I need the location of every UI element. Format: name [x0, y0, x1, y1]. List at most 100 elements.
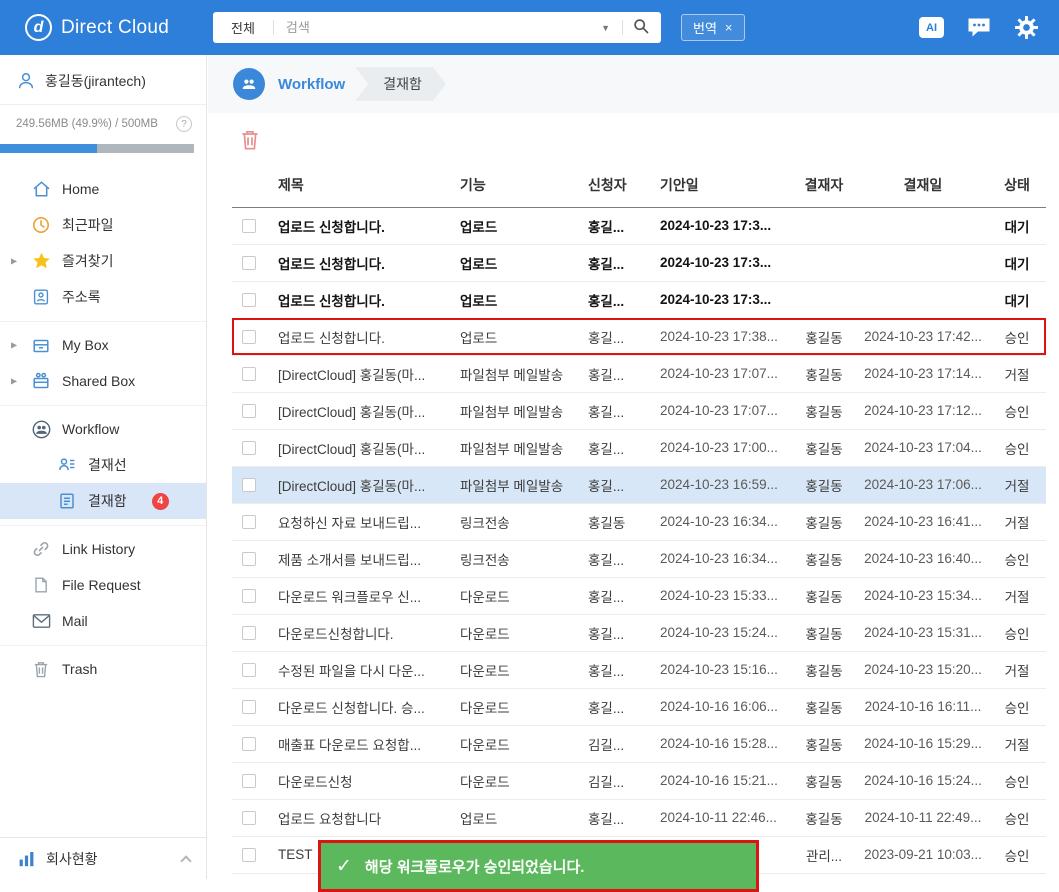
breadcrumb-root[interactable]: Workflow	[278, 76, 345, 93]
sidebar-item-recent-files[interactable]: 최근파일	[0, 207, 206, 243]
sidebar-item-approval-line[interactable]: 결재선	[0, 447, 206, 483]
row-checkbox[interactable]	[242, 478, 256, 492]
sidebar-item-approval-box[interactable]: 결재함 4	[0, 483, 206, 519]
row-checkbox[interactable]	[242, 737, 256, 751]
cell-approver: 홍길동	[790, 318, 858, 355]
table-row[interactable]: 다운로드신청다운로드김길...2024-10-16 15:21...홍길동202…	[232, 762, 1046, 799]
cell-function: 업로드	[454, 318, 582, 355]
chevron-up-icon[interactable]	[180, 855, 191, 866]
sidebar-item-favorites[interactable]: ▶ 즐겨찾기	[0, 243, 206, 279]
sidebar-item-mail[interactable]: Mail	[0, 603, 206, 639]
cell-checkbox	[232, 725, 266, 762]
cell-draft-date: 2024-10-23 15:33...	[654, 577, 790, 614]
expand-arrow-icon[interactable]: ▶	[11, 377, 17, 386]
column-header[interactable]: 결재자	[790, 163, 858, 207]
table-row[interactable]: 업로드 신청합니다.업로드홍길...2024-10-23 17:3...대기	[232, 207, 1046, 244]
table-row[interactable]: 다운로드 신청합니다. 승...다운로드홍길...2024-10-16 16:0…	[232, 688, 1046, 725]
table-row[interactable]: 수정된 파일을 다시 다운...다운로드홍길...2024-10-23 15:1…	[232, 651, 1046, 688]
sidebar-item-label: Home	[62, 181, 99, 197]
row-checkbox[interactable]	[242, 404, 256, 418]
cell-title: 다운로드 신청합니다. 승...	[266, 688, 454, 725]
chat-icon[interactable]	[967, 17, 991, 38]
row-checkbox[interactable]	[242, 811, 256, 825]
trash-icon	[31, 660, 51, 679]
main-content: Workflow 결재함 제목기능신청자기안일결재자결재일상태 업로드 신청합니…	[208, 55, 1059, 879]
row-checkbox[interactable]	[242, 663, 256, 677]
cell-status: 대기	[988, 244, 1046, 281]
cell-approval-date: 2024-10-16 15:24...	[858, 762, 988, 799]
table-row[interactable]: 업로드 신청합니다.업로드홍길...2024-10-23 17:3...대기	[232, 244, 1046, 281]
table-row[interactable]: 업로드 신청합니다.업로드홍길...2024-10-23 17:38...홍길동…	[232, 318, 1046, 355]
file-icon	[31, 576, 51, 594]
cell-title: 다운로드 워크플로우 신...	[266, 577, 454, 614]
table-row[interactable]: [DirectCloud] 홍길동(마...파일첨부 메일발송홍길...2024…	[232, 392, 1046, 429]
cell-title: 제품 소개서를 보내드립...	[266, 540, 454, 577]
sidebar-item-link-history[interactable]: Link History	[0, 531, 206, 567]
help-icon[interactable]: ?	[176, 116, 192, 132]
table-row[interactable]: 매출표 다운로드 요청합...다운로드김길...2024-10-16 15:28…	[232, 725, 1046, 762]
my-box-icon	[31, 336, 51, 354]
row-checkbox[interactable]	[242, 774, 256, 788]
user-profile[interactable]: 홍길동(jirantech)	[0, 55, 206, 105]
table-row[interactable]: 다운로드 워크플로우 신...다운로드홍길...2024-10-23 15:33…	[232, 577, 1046, 614]
table-row[interactable]: 요청하신 자료 보내드립...링크전송홍길동2024-10-23 16:34..…	[232, 503, 1046, 540]
sidebar-item-label: 즐겨찾기	[62, 251, 114, 271]
row-checkbox[interactable]	[242, 589, 256, 603]
table-row[interactable]: 제품 소개서를 보내드립...링크전송홍길...2024-10-23 16:34…	[232, 540, 1046, 577]
table-row[interactable]: [DirectCloud] 홍길동(마...파일첨부 메일발송홍길...2024…	[232, 429, 1046, 466]
row-checkbox[interactable]	[242, 626, 256, 640]
column-header[interactable]: 기안일	[654, 163, 790, 207]
sidebar-item-shared-box[interactable]: ▶ Shared Box	[0, 363, 206, 399]
column-header[interactable]: 기능	[454, 163, 582, 207]
row-checkbox[interactable]	[242, 515, 256, 529]
sidebar-item-label: 주소록	[62, 287, 101, 307]
sidebar-item-home[interactable]: Home	[0, 171, 206, 207]
sidebar-item-label: Trash	[62, 661, 97, 677]
close-icon[interactable]: ×	[725, 20, 733, 35]
cell-function: 다운로드	[454, 651, 582, 688]
expand-arrow-icon[interactable]: ▶	[11, 341, 17, 350]
search-scope-dropdown[interactable]: 전체	[213, 18, 273, 37]
directcloud-logo[interactable]: d Direct Cloud	[0, 14, 207, 41]
search-button[interactable]	[623, 18, 661, 37]
expand-arrow-icon[interactable]: ▶	[11, 257, 17, 266]
table-row[interactable]: 업로드 신청합니다.업로드홍길...2024-10-23 17:3...대기	[232, 281, 1046, 318]
row-checkbox[interactable]	[242, 256, 256, 270]
column-header[interactable]: 결재일	[858, 163, 988, 207]
table-row[interactable]: 다운로드신청합니다.다운로드홍길...2024-10-23 15:24...홍길…	[232, 614, 1046, 651]
sidebar-item-file-request[interactable]: File Request	[0, 567, 206, 603]
row-checkbox[interactable]	[242, 441, 256, 455]
row-checkbox[interactable]	[242, 293, 256, 307]
breadcrumb: Workflow 결재함	[208, 55, 1059, 113]
sidebar-item-trash[interactable]: Trash	[0, 651, 206, 687]
table-row[interactable]: [DirectCloud] 홍길동(마...파일첨부 메일발송홍길...2024…	[232, 466, 1046, 503]
storage-progress-bar	[0, 144, 194, 153]
search-input[interactable]	[274, 20, 589, 35]
ai-icon[interactable]: AI	[919, 17, 944, 38]
settings-gear-icon[interactable]	[1014, 15, 1039, 40]
cell-status: 승인	[988, 392, 1046, 429]
column-header[interactable]: 신청자	[582, 163, 654, 207]
delete-button[interactable]	[239, 128, 261, 155]
translate-chip[interactable]: 번역 ×	[681, 14, 745, 41]
sidebar-item-address-book[interactable]: 주소록	[0, 279, 206, 315]
check-icon: ✓	[336, 855, 352, 878]
table-row[interactable]: 업로드 요청합니다업로드홍길...2024-10-11 22:46...홍길동2…	[232, 799, 1046, 836]
row-checkbox[interactable]	[242, 552, 256, 566]
company-status[interactable]: 회사현황	[0, 837, 206, 879]
sidebar-item-label: 결재선	[88, 455, 127, 475]
row-checkbox[interactable]	[242, 219, 256, 233]
row-checkbox[interactable]	[242, 700, 256, 714]
sidebar-item-workflow[interactable]: Workflow	[0, 411, 206, 447]
column-header[interactable]: 상태	[988, 163, 1046, 207]
row-checkbox[interactable]	[242, 367, 256, 381]
cell-title: 다운로드신청	[266, 762, 454, 799]
column-header[interactable]: 제목	[266, 163, 454, 207]
sidebar-item-my-box[interactable]: ▶ My Box	[0, 327, 206, 363]
row-checkbox[interactable]	[242, 848, 256, 862]
row-checkbox[interactable]	[242, 330, 256, 344]
chevron-down-icon[interactable]: ▼	[589, 23, 622, 33]
table-row[interactable]: [DirectCloud] 홍길동(마...파일첨부 메일발송홍길...2024…	[232, 355, 1046, 392]
contacts-icon	[31, 288, 51, 306]
cell-title: [DirectCloud] 홍길동(마...	[266, 466, 454, 503]
